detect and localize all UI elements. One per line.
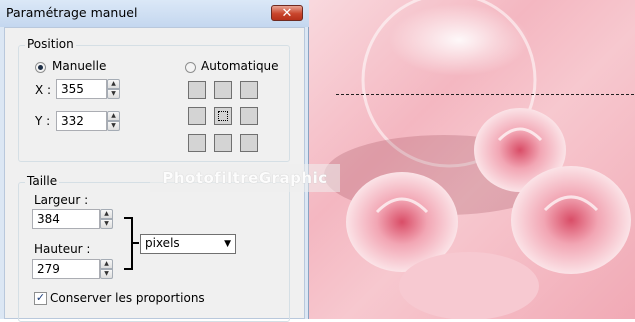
position-group-label: Position (25, 37, 76, 51)
width-increment-button[interactable]: ▲ (100, 209, 113, 219)
manual-radio[interactable] (35, 62, 46, 73)
unit-select[interactable]: pixels ▼ (140, 234, 236, 254)
y-decrement-button[interactable]: ▼ (107, 121, 120, 131)
x-input[interactable]: 355 (56, 79, 107, 99)
height-spinner[interactable]: ▲ ▼ (100, 259, 113, 279)
dialog-title: Paramétrage manuel (6, 5, 138, 20)
anchor-middle-right[interactable] (240, 107, 258, 125)
anchor-bottom-left[interactable] (188, 134, 206, 152)
keep-proportions-label[interactable]: Conserver les proportions (50, 291, 205, 305)
anchor-top-center[interactable] (214, 81, 232, 99)
height-value: 279 (37, 262, 60, 276)
y-spinner[interactable]: ▲ ▼ (107, 111, 120, 131)
watermark: PhotofiltreGraphic (150, 164, 340, 192)
x-decrement-button[interactable]: ▼ (107, 89, 120, 99)
unit-select-value: pixels (145, 236, 180, 250)
anchor-middle-left[interactable] (188, 107, 206, 125)
automatic-radio[interactable] (185, 62, 196, 73)
chevron-down-icon: ▼ (224, 239, 231, 249)
height-input[interactable]: 279 (32, 259, 100, 279)
x-spinner[interactable]: ▲ ▼ (107, 79, 120, 99)
width-decrement-button[interactable]: ▼ (100, 219, 113, 229)
y-value: 332 (61, 114, 84, 128)
y-increment-button[interactable]: ▲ (107, 111, 120, 121)
manual-radio-label[interactable]: Manuelle (52, 59, 106, 73)
height-increment-button[interactable]: ▲ (100, 259, 113, 269)
anchor-center[interactable] (214, 107, 232, 125)
y-input[interactable]: 332 (56, 111, 107, 131)
automatic-radio-label[interactable]: Automatique (201, 59, 279, 73)
close-icon: ✕ (281, 6, 293, 21)
anchor-top-left[interactable] (188, 81, 206, 99)
anchor-bottom-center[interactable] (214, 134, 232, 152)
checkmark-icon: ✓ (35, 291, 46, 304)
keep-proportions-checkbox[interactable]: ✓ (34, 292, 47, 305)
title-bar[interactable]: Paramétrage manuel ✕ (0, 0, 309, 27)
x-label: X : (35, 83, 52, 97)
close-button[interactable]: ✕ (271, 5, 303, 21)
width-value: 384 (37, 212, 60, 226)
y-label: Y : (35, 114, 51, 128)
x-increment-button[interactable]: ▲ (107, 79, 120, 89)
anchor-bottom-right[interactable] (240, 134, 258, 152)
height-decrement-button[interactable]: ▼ (100, 269, 113, 279)
anchor-top-right[interactable] (240, 81, 258, 99)
manual-settings-dialog: Paramétrage manuel ✕ Position Manuelle A… (0, 0, 309, 322)
width-input[interactable]: 384 (32, 209, 100, 229)
size-group-label: Taille (25, 174, 60, 188)
x-value: 355 (61, 82, 84, 96)
proportion-link-stub (132, 242, 139, 244)
width-spinner[interactable]: ▲ ▼ (100, 209, 113, 229)
image-preview[interactable] (309, 0, 635, 319)
width-label: Largeur : (34, 193, 89, 207)
height-label: Hauteur : (34, 242, 91, 256)
